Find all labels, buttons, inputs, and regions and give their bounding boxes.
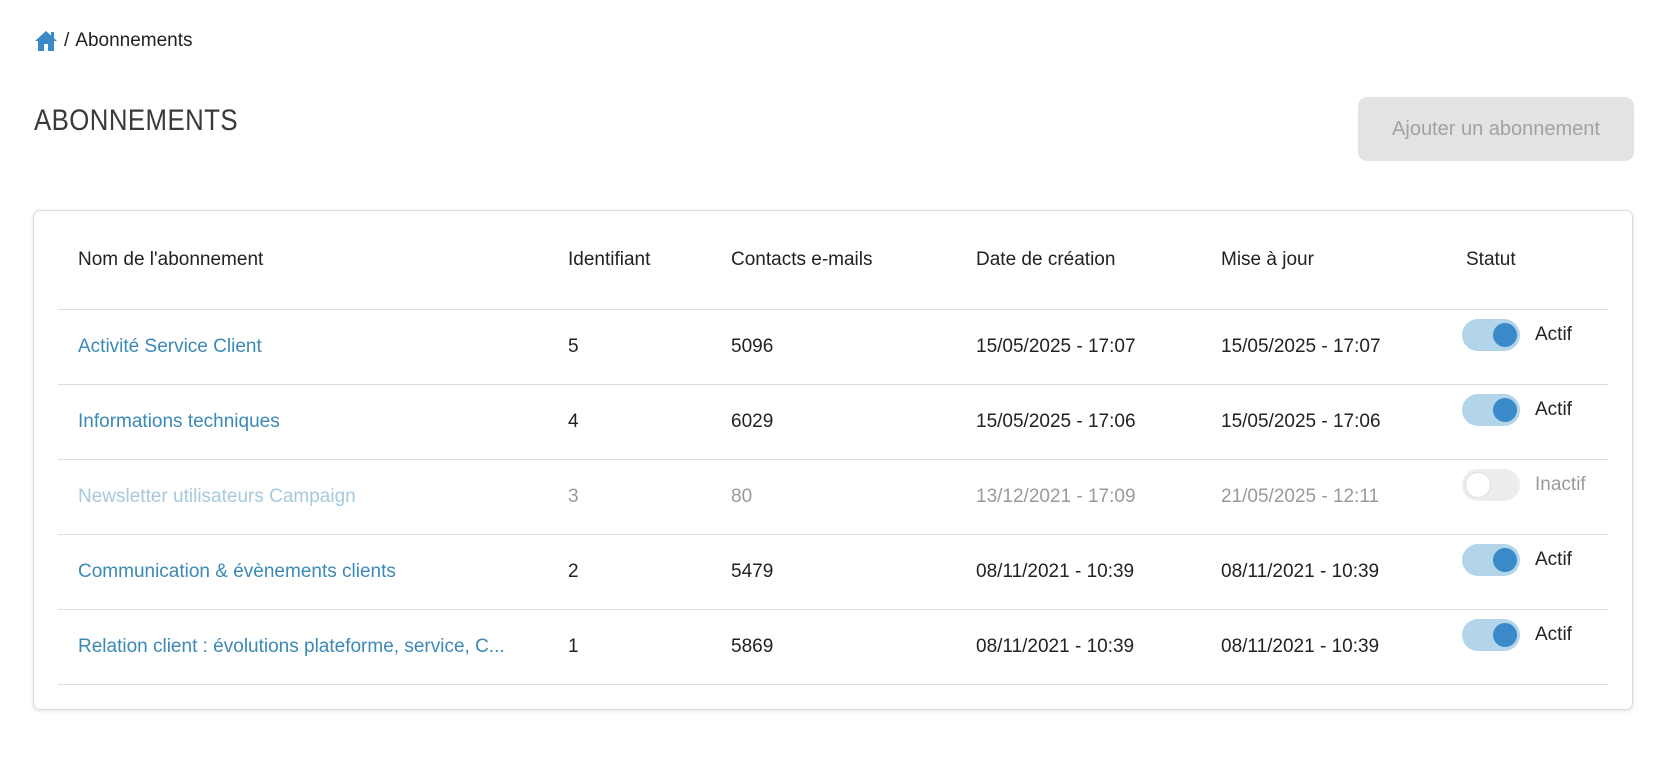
status-label: Actif — [1535, 399, 1572, 420]
subscription-name-cell: Communication & évènements clients — [58, 534, 548, 610]
column-header-contacts[interactable]: Contacts e-mails — [711, 211, 956, 310]
status-label: Inactif — [1535, 474, 1586, 495]
table-row: Activité Service Client 5 5096 15/05/202… — [58, 309, 1608, 385]
subscription-id: 1 — [548, 609, 711, 685]
table-header-row: Nom de l'abonnement Identifiant Contacts… — [58, 211, 1608, 310]
toggle-knob — [1493, 623, 1517, 647]
breadcrumb-separator: / — [64, 30, 70, 51]
subscription-link[interactable]: Relation client : évolutions plateforme,… — [78, 636, 548, 658]
status-toggle[interactable] — [1462, 619, 1520, 651]
column-header-status[interactable]: Statut — [1446, 211, 1608, 310]
status-label: Actif — [1535, 624, 1572, 645]
status-label: Actif — [1535, 549, 1572, 570]
status-toggle[interactable] — [1462, 469, 1520, 501]
column-header-created[interactable]: Date de création — [956, 211, 1201, 310]
toggle-knob — [1493, 398, 1517, 422]
subscription-id: 3 — [548, 459, 711, 535]
subscription-status-cell: Inactif — [1446, 459, 1608, 535]
column-header-name[interactable]: Nom de l'abonnement — [58, 211, 548, 310]
subscription-contacts: 6029 — [711, 384, 956, 460]
subscription-link[interactable]: Communication & évènements clients — [78, 561, 548, 583]
subscription-name-cell: Activité Service Client — [58, 309, 548, 385]
breadcrumb-current: Abonnements — [75, 30, 193, 51]
subscription-status-cell: Actif — [1446, 534, 1608, 610]
page-title: ABONNEMENTS — [34, 104, 238, 137]
table-row: Relation client : évolutions plateforme,… — [58, 609, 1608, 685]
status-toggle[interactable] — [1462, 544, 1520, 576]
subscription-contacts: 80 — [711, 459, 956, 535]
subscriptions-table: Nom de l'abonnement Identifiant Contacts… — [58, 211, 1608, 685]
subscription-name-cell: Informations techniques — [58, 384, 548, 460]
column-header-id[interactable]: Identifiant — [548, 211, 711, 310]
toggle-knob — [1493, 323, 1517, 347]
subscription-updated: 15/05/2025 - 17:06 — [1201, 384, 1446, 460]
subscription-updated: 15/05/2025 - 17:07 — [1201, 309, 1446, 385]
subscription-updated: 08/11/2021 - 10:39 — [1201, 609, 1446, 685]
breadcrumb: / Abonnements — [34, 30, 193, 52]
table-row: Newsletter utilisateurs Campaign 3 80 13… — [58, 459, 1608, 535]
subscription-link[interactable]: Newsletter utilisateurs Campaign — [78, 486, 548, 508]
subscription-status-cell: Actif — [1446, 609, 1608, 685]
column-header-updated[interactable]: Mise à jour — [1201, 211, 1446, 310]
subscription-name-cell: Relation client : évolutions plateforme,… — [58, 609, 548, 685]
subscription-id: 2 — [548, 534, 711, 610]
add-subscription-button[interactable]: Ajouter un abonnement — [1358, 97, 1634, 161]
table-row: Communication & évènements clients 2 547… — [58, 534, 1608, 610]
subscription-created: 15/05/2025 - 17:06 — [956, 384, 1201, 460]
subscription-updated: 08/11/2021 - 10:39 — [1201, 534, 1446, 610]
subscription-updated: 21/05/2025 - 12:11 — [1201, 459, 1446, 535]
subscription-link[interactable]: Activité Service Client — [78, 336, 548, 358]
toggle-knob — [1493, 548, 1517, 572]
subscription-status-cell: Actif — [1446, 384, 1608, 460]
subscription-link[interactable]: Informations techniques — [78, 411, 548, 433]
status-toggle[interactable] — [1462, 394, 1520, 426]
status-toggle[interactable] — [1462, 319, 1520, 351]
subscription-id: 4 — [548, 384, 711, 460]
subscription-contacts: 5096 — [711, 309, 956, 385]
status-label: Actif — [1535, 324, 1572, 345]
subscription-name-cell: Newsletter utilisateurs Campaign — [58, 459, 548, 535]
subscriptions-card: Nom de l'abonnement Identifiant Contacts… — [33, 210, 1633, 710]
subscription-created: 08/11/2021 - 10:39 — [956, 534, 1201, 610]
table-row: Informations techniques 4 6029 15/05/202… — [58, 384, 1608, 460]
home-icon[interactable] — [34, 30, 58, 52]
subscription-id: 5 — [548, 309, 711, 385]
subscription-contacts: 5479 — [711, 534, 956, 610]
subscription-created: 08/11/2021 - 10:39 — [956, 609, 1201, 685]
subscription-created: 15/05/2025 - 17:07 — [956, 309, 1201, 385]
subscription-created: 13/12/2021 - 17:09 — [956, 459, 1201, 535]
subscription-status-cell: Actif — [1446, 309, 1608, 385]
subscription-contacts: 5869 — [711, 609, 956, 685]
toggle-knob — [1466, 473, 1490, 497]
